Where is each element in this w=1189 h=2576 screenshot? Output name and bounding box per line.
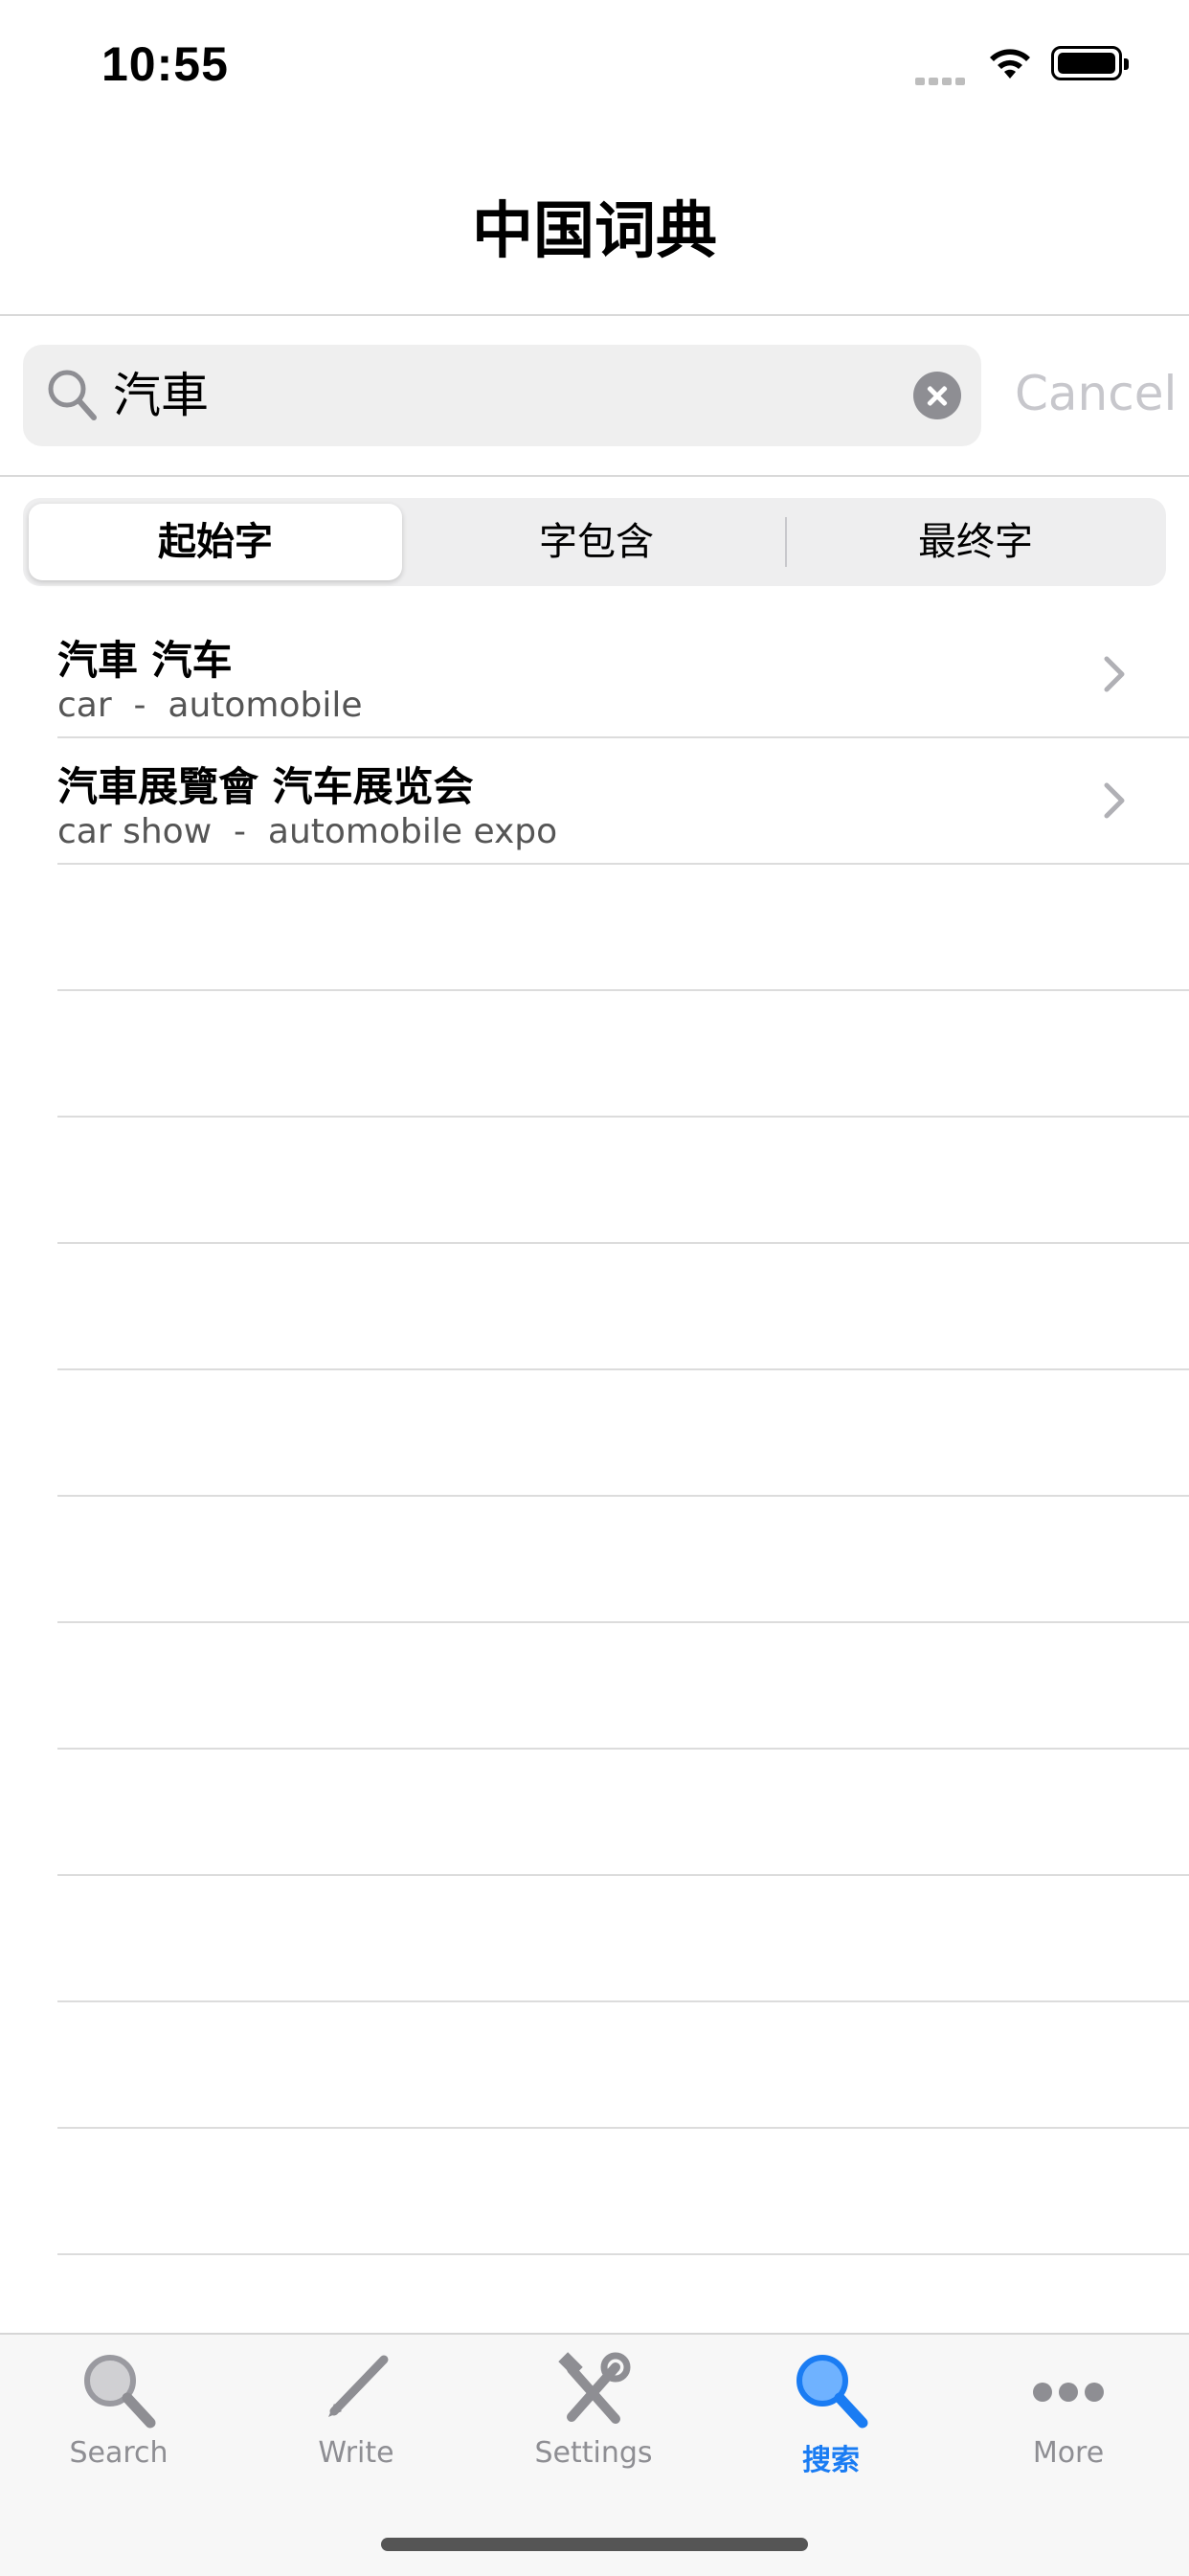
row-separator xyxy=(57,1748,1189,1750)
result-row[interactable]: 汽車展覽會 汽车展览会 car show - automobile expo xyxy=(0,737,1189,864)
segment-divider xyxy=(785,517,787,567)
tab-write[interactable]: Write xyxy=(237,2350,475,2484)
search-input[interactable]: 汽車 xyxy=(23,345,981,446)
row-separator xyxy=(57,1874,1189,1876)
row-separator xyxy=(57,2127,1189,2129)
cancel-button[interactable]: Cancel xyxy=(1015,366,1177,421)
search-query: 汽車 xyxy=(113,368,209,423)
home-indicator xyxy=(381,2538,808,2551)
wifi-icon xyxy=(990,49,1030,79)
result-row[interactable]: 汽車 汽车 car - automobile xyxy=(0,611,1189,737)
tab-settings[interactable]: Settings xyxy=(475,2350,712,2484)
row-separator xyxy=(57,1368,1189,1370)
segment-ends-with[interactable]: 最终字 xyxy=(789,504,1162,580)
row-separator xyxy=(57,1495,1189,1497)
tab-label: Write xyxy=(318,2436,394,2470)
ellipsis-icon xyxy=(1033,2383,1104,2402)
result-subtitle: car show - automobile expo xyxy=(57,812,558,851)
chevron-right-icon xyxy=(1104,656,1125,692)
page-title: 中国词典 xyxy=(472,196,717,267)
row-separator xyxy=(57,2000,1189,2002)
tab-label: Settings xyxy=(534,2436,653,2470)
magnifier-icon xyxy=(796,2355,868,2429)
tab-label: 搜索 xyxy=(802,2444,860,2477)
result-title: 汽車展覽會 汽车展览会 xyxy=(57,763,474,810)
status-time: 10:55 xyxy=(101,37,229,91)
tab-more[interactable]: More xyxy=(950,2350,1187,2484)
status-bar: 10:55 xyxy=(0,0,1189,134)
tab-search[interactable]: Search xyxy=(0,2350,237,2484)
row-separator xyxy=(57,1621,1189,1623)
clear-icon[interactable] xyxy=(913,372,961,419)
cellular-signal-icon xyxy=(915,71,969,89)
row-separator xyxy=(57,1116,1189,1118)
nav-divider xyxy=(0,314,1189,316)
tab-label: Search xyxy=(69,2436,168,2470)
row-separator xyxy=(57,1242,1189,1244)
search-icon xyxy=(48,370,97,420)
tab-chinese-search[interactable]: 搜索 xyxy=(712,2350,950,2484)
result-title: 汽車 汽车 xyxy=(57,637,233,684)
result-subtitle: car - automobile xyxy=(57,686,363,725)
magnifier-icon xyxy=(84,2355,156,2429)
row-separator xyxy=(57,2253,1189,2255)
segment-starts-with[interactable]: 起始字 xyxy=(29,504,402,580)
search-mode-segmented-control: 起始字 字包含 最终字 xyxy=(23,498,1166,586)
search-divider xyxy=(0,475,1189,477)
chevron-right-icon xyxy=(1104,782,1125,819)
row-separator xyxy=(57,989,1189,991)
segment-contains[interactable]: 字包含 xyxy=(410,504,783,580)
tools-icon xyxy=(558,2352,631,2424)
tab-label: More xyxy=(1032,2436,1105,2470)
battery-icon xyxy=(1051,46,1129,80)
pencil-icon xyxy=(328,2355,389,2417)
row-separator xyxy=(57,863,1189,865)
